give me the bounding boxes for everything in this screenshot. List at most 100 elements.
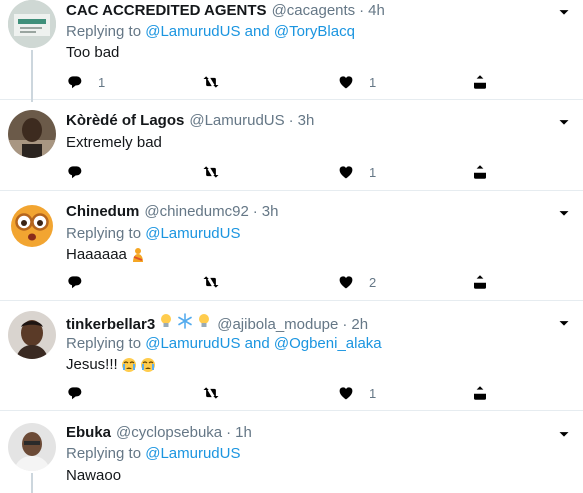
retweet-icon (202, 163, 220, 181)
share-button[interactable] (471, 384, 489, 402)
display-name[interactable]: Kòrèdé of Lagos (66, 112, 184, 129)
user-handle[interactable]: @chinedumc92 (144, 203, 248, 220)
tweet-ajibola-modupe[interactable]: tinkerbellar3 @ajibola_modupe · 2h Reply… (0, 301, 583, 411)
share-icon (471, 384, 489, 402)
tweet-text: Jesus!!! (66, 356, 156, 373)
replying-to: Replying to @LamurudUS (66, 445, 241, 462)
chevron-down-icon[interactable] (555, 425, 573, 443)
reply-icon (66, 163, 84, 181)
tweet-text: Too bad (66, 44, 119, 61)
replying-to: Replying to @LamurudUS and @Ogbeni_alaka (66, 335, 382, 352)
tweet-actions: 1 (66, 384, 496, 404)
tweet-header: Ebuka @cyclopsebuka · 1h (66, 424, 252, 444)
avatar[interactable] (8, 0, 56, 48)
reply-button[interactable] (66, 163, 98, 181)
heart-icon (337, 273, 355, 291)
user-handle[interactable]: @cyclopsebuka (116, 424, 222, 441)
tweet-text-content: Too bad (66, 44, 120, 61)
like-button[interactable]: 1 (337, 73, 376, 91)
reply-button[interactable] (66, 384, 98, 402)
display-name[interactable]: CAC ACCREDITED AGENTS (66, 2, 267, 19)
avatar[interactable] (8, 311, 56, 359)
tweet-text: Haaaaaa (66, 246, 146, 263)
replying-to-label: Replying to (66, 23, 146, 40)
tweet-actions: 1 (66, 163, 496, 183)
share-button[interactable] (471, 73, 489, 91)
reply-feed: CAC ACCREDITED AGENTS @cacagents · 4h Re… (0, 0, 583, 493)
share-icon (471, 163, 489, 181)
replying-to-label: Replying to (66, 445, 146, 462)
timestamp[interactable]: 3h (262, 203, 279, 220)
retweet-icon (202, 73, 220, 91)
tweet-text: Nawaoo (66, 467, 121, 484)
replying-to-label: Replying to (66, 335, 146, 352)
replying-to-label: Replying to (66, 225, 146, 242)
timestamp[interactable]: 3h (298, 112, 315, 129)
timestamp[interactable]: 1h (235, 424, 252, 441)
tweet-header: Chinedum @chinedumc92 · 3h (66, 203, 278, 223)
chevron-down-icon[interactable] (555, 204, 573, 222)
tweet-cacagents[interactable]: CAC ACCREDITED AGENTS @cacagents · 4h Re… (0, 0, 583, 102)
tweet-text: Extremely bad (66, 134, 162, 151)
chevron-down-icon[interactable] (555, 314, 573, 332)
tweet-actions: 2 (66, 273, 496, 293)
like-button[interactable]: 1 (337, 163, 376, 181)
tweet-chinedumc92[interactable]: Chinedum @chinedumc92 · 3h Replying to @… (0, 191, 583, 301)
retweet-icon (202, 384, 220, 402)
tweet-header: CAC ACCREDITED AGENTS @cacagents · 4h (66, 2, 385, 22)
tweet-text-content: Nawaoo (66, 467, 122, 484)
share-icon (471, 73, 489, 91)
chevron-down-icon[interactable] (555, 3, 573, 21)
like-count: 1 (369, 385, 377, 401)
avatar[interactable] (8, 110, 56, 158)
separator-dot: · (252, 203, 258, 220)
tweet-text-content: Haaaaaa (66, 246, 127, 263)
user-handle[interactable]: @cacagents (272, 2, 356, 19)
share-button[interactable] (471, 273, 489, 291)
display-name[interactable]: Ebuka (66, 424, 111, 441)
crying-face-icon (121, 357, 136, 372)
reply-to-users[interactable]: @LamurudUS (145, 445, 240, 462)
timestamp[interactable]: 4h (368, 2, 385, 19)
retweet-button[interactable] (202, 163, 234, 181)
reply-icon (66, 384, 84, 402)
reply-to-users[interactable]: @LamurudUS and @Ogbeni_alaka (145, 335, 381, 352)
avatar[interactable] (8, 201, 56, 249)
reply-to-users[interactable]: @LamurudUS (145, 225, 240, 242)
retweet-button[interactable] (202, 273, 234, 291)
retweet-icon (202, 273, 220, 291)
crying-face-icon (140, 357, 155, 372)
user-handle[interactable]: @LamurudUS (189, 112, 284, 129)
reply-button[interactable]: 1 (66, 73, 105, 91)
snowflake-icon (178, 313, 193, 329)
share-button[interactable] (471, 163, 489, 181)
tweet-lamurudus[interactable]: Kòrèdé of Lagos @LamurudUS · 3h Extremel… (0, 102, 583, 191)
like-button[interactable]: 1 (337, 384, 376, 402)
tweet-cyclopsebuka[interactable]: Ebuka @cyclopsebuka · 1h Replying to @La… (0, 411, 583, 493)
display-name[interactable]: Chinedum (66, 203, 139, 220)
reply-button[interactable] (66, 273, 98, 291)
retweet-button[interactable] (202, 73, 234, 91)
avatar[interactable] (8, 423, 56, 471)
emoji-icon (132, 247, 143, 262)
replying-to: Replying to @LamurudUS and @ToryBlacq (66, 23, 355, 40)
display-name[interactable]: tinkerbellar3 (66, 316, 155, 333)
thread-line (31, 473, 33, 493)
replying-to: Replying to @LamurudUS (66, 225, 241, 242)
reply-icon (66, 73, 84, 91)
chevron-down-icon[interactable] (555, 113, 573, 131)
heart-icon (337, 384, 355, 402)
tweet-text-content: Jesus!!! (66, 356, 118, 373)
user-handle[interactable]: @ajibola_modupe (217, 316, 338, 333)
lightbulb-icon (199, 314, 210, 327)
timestamp[interactable]: 2h (351, 316, 368, 333)
like-count: 2 (369, 274, 377, 290)
like-button[interactable]: 2 (337, 273, 376, 291)
tweet-actions: 1 1 (66, 73, 496, 93)
share-icon (471, 273, 489, 291)
separator-dot: · (359, 2, 365, 19)
reply-icon (66, 273, 84, 291)
reply-to-users[interactable]: @LamurudUS and @ToryBlacq (145, 23, 355, 40)
lightbulb-icon (161, 314, 172, 327)
retweet-button[interactable] (202, 384, 234, 402)
